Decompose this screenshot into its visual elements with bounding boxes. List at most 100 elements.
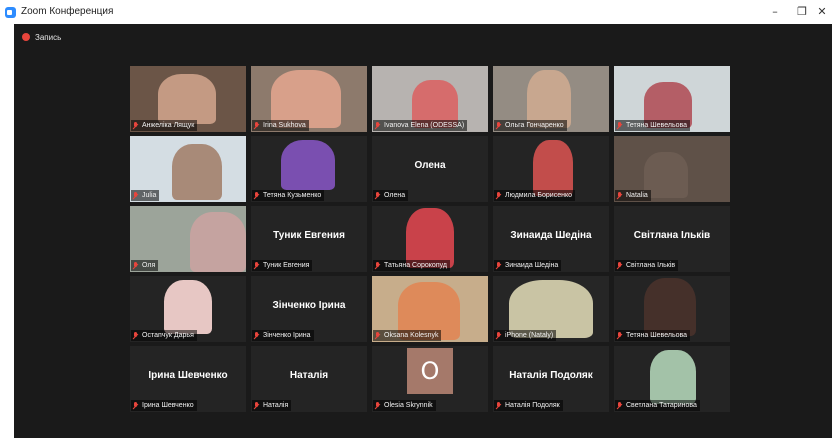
participant-tile[interactable]: Наталія Подоляк Наталія Подоляк xyxy=(493,346,609,412)
participant-tile[interactable]: iPhone (Nataly) xyxy=(493,276,609,342)
muted-mic-icon xyxy=(374,121,381,130)
participant-video-frame xyxy=(158,74,216,124)
participant-name: Oksana Kolesnyk xyxy=(384,332,439,339)
participant-name-label: Оля xyxy=(131,260,159,271)
muted-mic-icon xyxy=(374,191,381,200)
muted-mic-icon xyxy=(495,331,502,340)
participant-tile[interactable]: Ivanova Elena (ODESSA) xyxy=(372,66,488,132)
participant-name: Татьяна Сорокопуд xyxy=(384,262,447,269)
participant-tile[interactable]: Зінченко Ірина Зінченко Ірина xyxy=(251,276,367,342)
muted-mic-icon xyxy=(495,191,502,200)
participant-name: iPhone (Nataly) xyxy=(505,332,554,339)
participant-name-label: Irina Sukhova xyxy=(252,120,309,131)
participant-tile[interactable]: Тетяна Шевельова xyxy=(614,66,730,132)
muted-mic-icon xyxy=(132,261,139,270)
muted-mic-icon xyxy=(495,401,502,410)
recording-indicator[interactable]: Запись xyxy=(22,30,61,44)
participant-tile[interactable]: O Olesia Skrynnik xyxy=(372,346,488,412)
participant-tile[interactable]: Олена Олена xyxy=(372,136,488,202)
participant-video-frame xyxy=(281,140,335,190)
participant-tile[interactable]: Оля xyxy=(130,206,246,272)
participant-name: Зинаида Шедіна xyxy=(505,262,559,269)
participant-name-label: Наталія xyxy=(252,400,292,411)
participant-tile[interactable]: Людмила Борисенко xyxy=(493,136,609,202)
participant-name-label: Ірина Шевченко xyxy=(131,400,197,411)
minimize-button[interactable]: – xyxy=(765,3,785,21)
participant-name: Тетяна Шевельова xyxy=(626,332,688,339)
muted-mic-icon xyxy=(616,121,623,130)
participant-tile[interactable]: Остапчук Дарья xyxy=(130,276,246,342)
participant-tile[interactable]: Ольга Гончаренко xyxy=(493,66,609,132)
participant-name-label: Тетяна Шевельова xyxy=(615,330,691,341)
participant-tile[interactable]: Татьяна Сорокопуд xyxy=(372,206,488,272)
participant-name: Ivanova Elena (ODESSA) xyxy=(384,122,465,129)
participant-name: Julia xyxy=(142,192,157,199)
muted-mic-icon xyxy=(132,191,139,200)
participant-name: Людмила Борисенко xyxy=(505,192,573,199)
participant-name-label: Зинаида Шедіна xyxy=(494,260,562,271)
participant-video-frame xyxy=(164,280,212,334)
participant-name: Зінченко Ірина xyxy=(263,332,311,339)
participant-display-name: Туник Евгения xyxy=(273,230,345,241)
participant-name-label: Oksana Kolesnyk xyxy=(373,330,442,341)
participant-name: Olesia Skrynnik xyxy=(384,402,433,409)
close-button[interactable]: ✕ xyxy=(812,3,832,21)
participant-tile[interactable]: Тетяна Кузьменко xyxy=(251,136,367,202)
participant-display-name: Наталія xyxy=(289,370,329,381)
participant-name-label: Тетяна Шевельова xyxy=(615,120,691,131)
participant-video-frame xyxy=(172,144,222,200)
participant-name-label: Ольга Гончаренко xyxy=(494,120,567,131)
participant-name-label: Олена xyxy=(373,190,409,201)
muted-mic-icon xyxy=(616,331,623,340)
participant-tile[interactable]: Irina Sukhova xyxy=(251,66,367,132)
zoom-logo-icon xyxy=(5,7,16,18)
participant-tile[interactable]: Анжеліка Лящук xyxy=(130,66,246,132)
participant-name-label: iPhone (Nataly) xyxy=(494,330,557,341)
participant-name-label: Julia xyxy=(131,190,160,201)
participant-name: Світлана Ільків xyxy=(626,262,676,269)
participant-name-label: Тетяна Кузьменко xyxy=(252,190,325,201)
participant-video-frame xyxy=(406,208,454,268)
muted-mic-icon xyxy=(253,401,260,410)
muted-mic-icon xyxy=(253,191,260,200)
participant-tile[interactable]: Natalia xyxy=(614,136,730,202)
participant-tile[interactable]: Світлана Ільків Світлана Ільків xyxy=(614,206,730,272)
participant-name-label: Туник Евгения xyxy=(252,260,313,271)
participant-tile[interactable]: Тетяна Шевельова xyxy=(614,276,730,342)
muted-mic-icon xyxy=(132,331,139,340)
participant-name-label: Ivanova Elena (ODESSA) xyxy=(373,120,468,131)
record-icon xyxy=(22,33,30,41)
muted-mic-icon xyxy=(495,121,502,130)
participant-video-frame xyxy=(533,140,573,196)
participant-display-name: Олена xyxy=(414,160,446,171)
participant-name-label: Людмила Борисенко xyxy=(494,190,576,201)
muted-mic-icon xyxy=(253,121,260,130)
muted-mic-icon xyxy=(495,261,502,270)
participant-name: Ірина Шевченко xyxy=(142,402,194,409)
participant-tile[interactable]: Туник Евгения Туник Евгения xyxy=(251,206,367,272)
participant-avatar: O xyxy=(407,348,453,394)
participant-tile[interactable]: Светлана Татаринова xyxy=(614,346,730,412)
participant-name-label: Татьяна Сорокопуд xyxy=(373,260,450,271)
participant-name-label: Наталія Подоляк xyxy=(494,400,563,411)
participant-display-name: Зинаида Шедіна xyxy=(510,230,592,241)
participant-name: Светлана Татаринова xyxy=(626,402,697,409)
participant-tile[interactable]: Julia xyxy=(130,136,246,202)
participant-name-label: Светлана Татаринова xyxy=(615,400,700,411)
participant-name-label: Світлана Ільків xyxy=(615,260,679,271)
muted-mic-icon xyxy=(132,121,139,130)
muted-mic-icon xyxy=(374,331,381,340)
participant-tile[interactable]: Ірина Шевченко Ірина Шевченко xyxy=(130,346,246,412)
participant-name-label: Зінченко Ірина xyxy=(252,330,314,341)
participant-tile[interactable]: Зинаида Шедіна Зинаида Шедіна xyxy=(493,206,609,272)
window-title: Zoom Конференция xyxy=(21,6,114,17)
participant-tile[interactable]: Наталія Наталія xyxy=(251,346,367,412)
maximize-button[interactable]: ❐ xyxy=(792,3,812,21)
participant-tile[interactable]: Oksana Kolesnyk xyxy=(372,276,488,342)
participant-name: Тетяна Шевельова xyxy=(626,122,688,129)
participant-name: Наталія Подоляк xyxy=(505,402,560,409)
muted-mic-icon xyxy=(253,331,260,340)
participant-name-label: Остапчук Дарья xyxy=(131,330,197,341)
participant-name: Natalia xyxy=(626,192,648,199)
gallery-grid: Анжеліка Лящук Irina Sukhova Ivanova Elena… xyxy=(130,66,731,412)
